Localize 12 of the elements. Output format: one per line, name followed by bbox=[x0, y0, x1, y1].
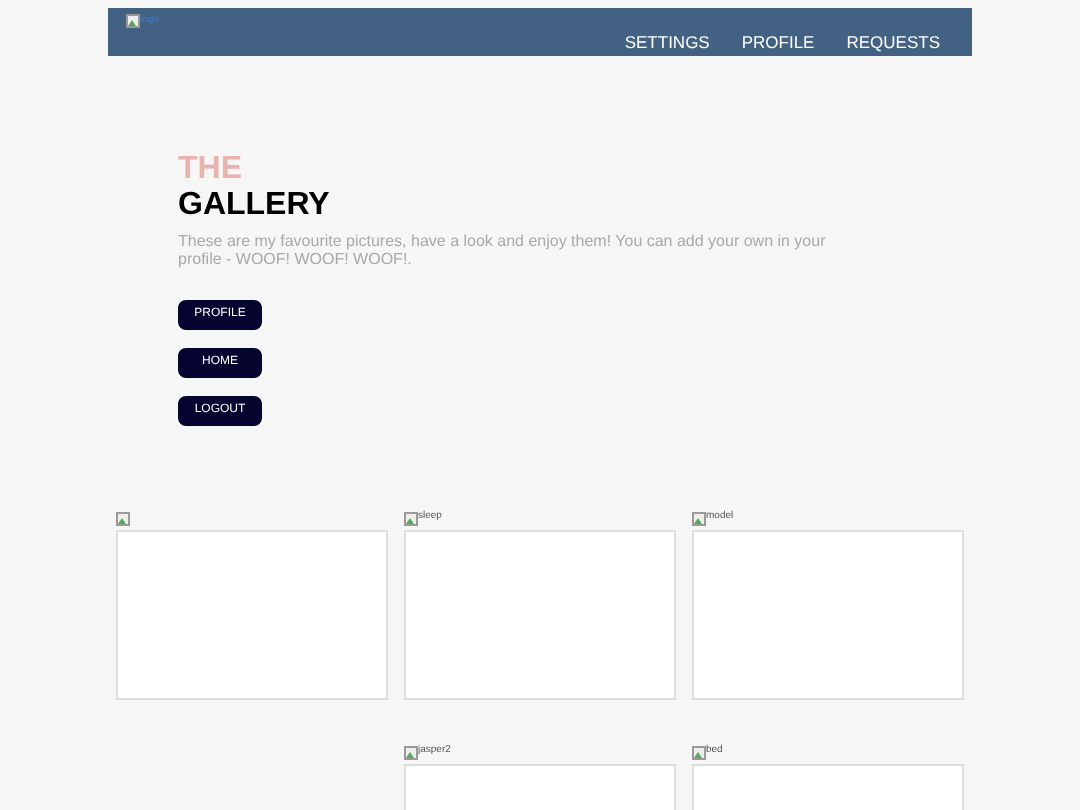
broken-image-icon bbox=[116, 511, 130, 525]
broken-image-icon bbox=[692, 511, 706, 525]
intro-text: These are my favourite pictures, have a look and enjoy them! You can add your own in your profile - WOOF! WOOF! WOOF!. bbox=[178, 232, 828, 268]
nav-link[interactable]: PROFILE bbox=[741, 30, 815, 56]
broken-image-icon bbox=[404, 745, 418, 759]
broken-image-icon bbox=[126, 14, 140, 28]
nav-link[interactable]: SETTINGS bbox=[624, 30, 710, 56]
title-bottom: GALLERY bbox=[178, 188, 332, 224]
broken-image-icon bbox=[404, 511, 418, 525]
broken-image-icon bbox=[692, 745, 706, 759]
title-top: THE bbox=[178, 152, 244, 188]
nav-link[interactable]: REQUESTS bbox=[846, 30, 940, 56]
